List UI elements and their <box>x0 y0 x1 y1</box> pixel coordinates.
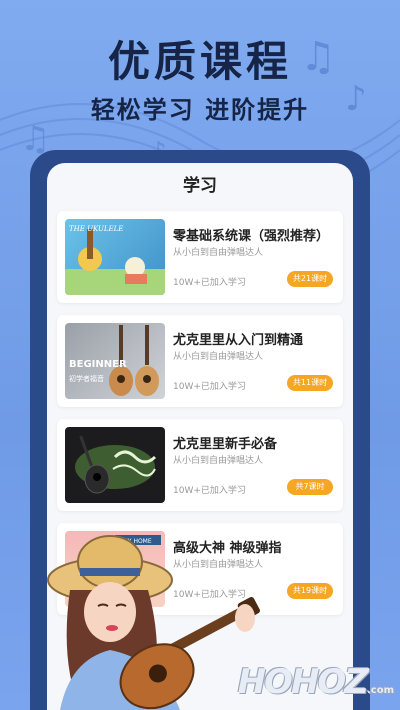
course-subtitle: 从小白到自由弹唱达人 <box>173 352 264 362</box>
course-title: 尤克里里从入门到精通 <box>173 333 304 348</box>
learner-count: 10W+已加入学习 <box>173 382 246 392</box>
watermark-text: HOHOZ <box>237 662 369 702</box>
lesson-count-badge: 共21课时 <box>287 271 333 287</box>
course-thumbnail <box>65 427 165 503</box>
lesson-count-badge: 共7课时 <box>287 479 333 495</box>
course-card[interactable]: BEGINNER 初学者福音 尤克里里从入门到精通 从小白到自由弹唱达人 10W… <box>57 315 343 407</box>
lesson-count-badge: 共11课时 <box>287 375 333 391</box>
course-thumbnail: BEGINNER 初学者福音 <box>65 323 165 399</box>
thumb-text: THE UKULELE <box>69 225 123 233</box>
course-title: 尤克里里新手必备 <box>173 437 278 452</box>
black-ukulele-illustration <box>75 435 157 494</box>
hero-subtitle: 轻松学习 进阶提升 <box>90 96 310 124</box>
course-card[interactable]: THE UKULELE 零基础系统课（强烈推荐） 从小白到自由弹唱达人 10W+… <box>57 211 343 303</box>
course-thumbnail: THE UKULELE <box>65 219 165 295</box>
watermark-logo: HOHOZ.com <box>238 662 394 702</box>
watermark-domain: .com <box>366 685 394 696</box>
course-card[interactable]: 尤克里里新手必备 从小白到自由弹唱达人 10W+已加入学习 共7课时 <box>57 419 343 511</box>
learner-count: 10W+已加入学习 <box>173 486 246 496</box>
screen-title: 学习 <box>183 176 217 196</box>
thumb-subtext: 初学者福音 <box>69 374 104 383</box>
thumb-text: BEGINNER <box>69 359 127 370</box>
course-title: 零基础系统课（强烈推荐） <box>173 229 330 244</box>
hero-title: 优质课程 <box>107 37 292 86</box>
lesson-count-badge: 共19课时 <box>287 583 333 599</box>
learner-count: 10W+已加入学习 <box>173 278 246 288</box>
ukulele-pair-illustration: BEGINNER 初学者福音 <box>69 325 159 396</box>
course-subtitle: 从小白到自由弹唱达人 <box>173 456 264 466</box>
course-subtitle: 从小白到自由弹唱达人 <box>173 248 264 258</box>
ukulele-poster-illustration: THE UKULELE <box>65 225 165 295</box>
